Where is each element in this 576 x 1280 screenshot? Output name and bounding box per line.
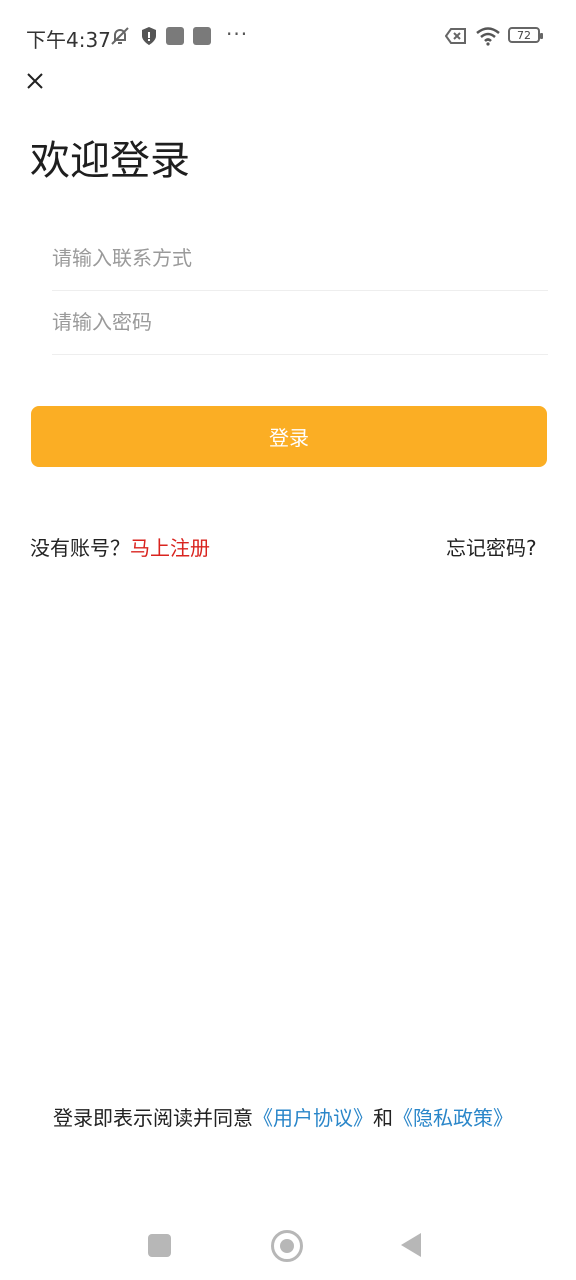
forgot-password-link[interactable]: 忘记密码? <box>446 532 537 561</box>
back-button[interactable] <box>400 1232 422 1262</box>
notification-icon <box>193 25 211 47</box>
recent-apps-button[interactable] <box>148 1234 171 1257</box>
mute-bell-icon <box>108 25 132 47</box>
login-button[interactable]: 登录 <box>31 406 547 467</box>
wifi-icon <box>474 25 502 47</box>
no-account-text: 没有账号？ <box>30 536 130 560</box>
password-input[interactable] <box>52 290 548 354</box>
close-button[interactable] <box>20 66 50 96</box>
page-title: 欢迎登录 <box>30 138 190 184</box>
contact-input[interactable] <box>52 226 548 290</box>
status-bar: 下午4:37 ··· 72 <box>0 0 576 72</box>
home-icon <box>280 1239 294 1253</box>
more-notifications-icon: ··· <box>226 22 249 46</box>
contact-field <box>52 226 548 291</box>
sim-none-icon <box>444 25 468 47</box>
battery-icon: 72 <box>508 27 543 43</box>
privacy-policy-link[interactable]: 《隐私政策》 <box>393 1106 513 1130</box>
password-field <box>52 290 548 355</box>
status-time: 下午4:37 <box>26 28 111 52</box>
agreement-and: 和 <box>373 1106 393 1130</box>
register-row: 没有账号？马上注册 <box>30 532 210 561</box>
notification-icon <box>166 25 184 47</box>
agreement-text: 登录即表示阅读并同意《用户协议》和《隐私政策》 <box>53 1102 513 1131</box>
close-icon <box>27 73 43 89</box>
user-agreement-link[interactable]: 《用户协议》 <box>253 1106 373 1130</box>
shield-icon <box>140 25 158 47</box>
agreement-prefix: 登录即表示阅读并同意 <box>53 1106 253 1130</box>
home-button[interactable] <box>271 1230 303 1262</box>
register-link[interactable]: 马上注册 <box>130 536 210 560</box>
back-icon <box>401 1233 421 1257</box>
